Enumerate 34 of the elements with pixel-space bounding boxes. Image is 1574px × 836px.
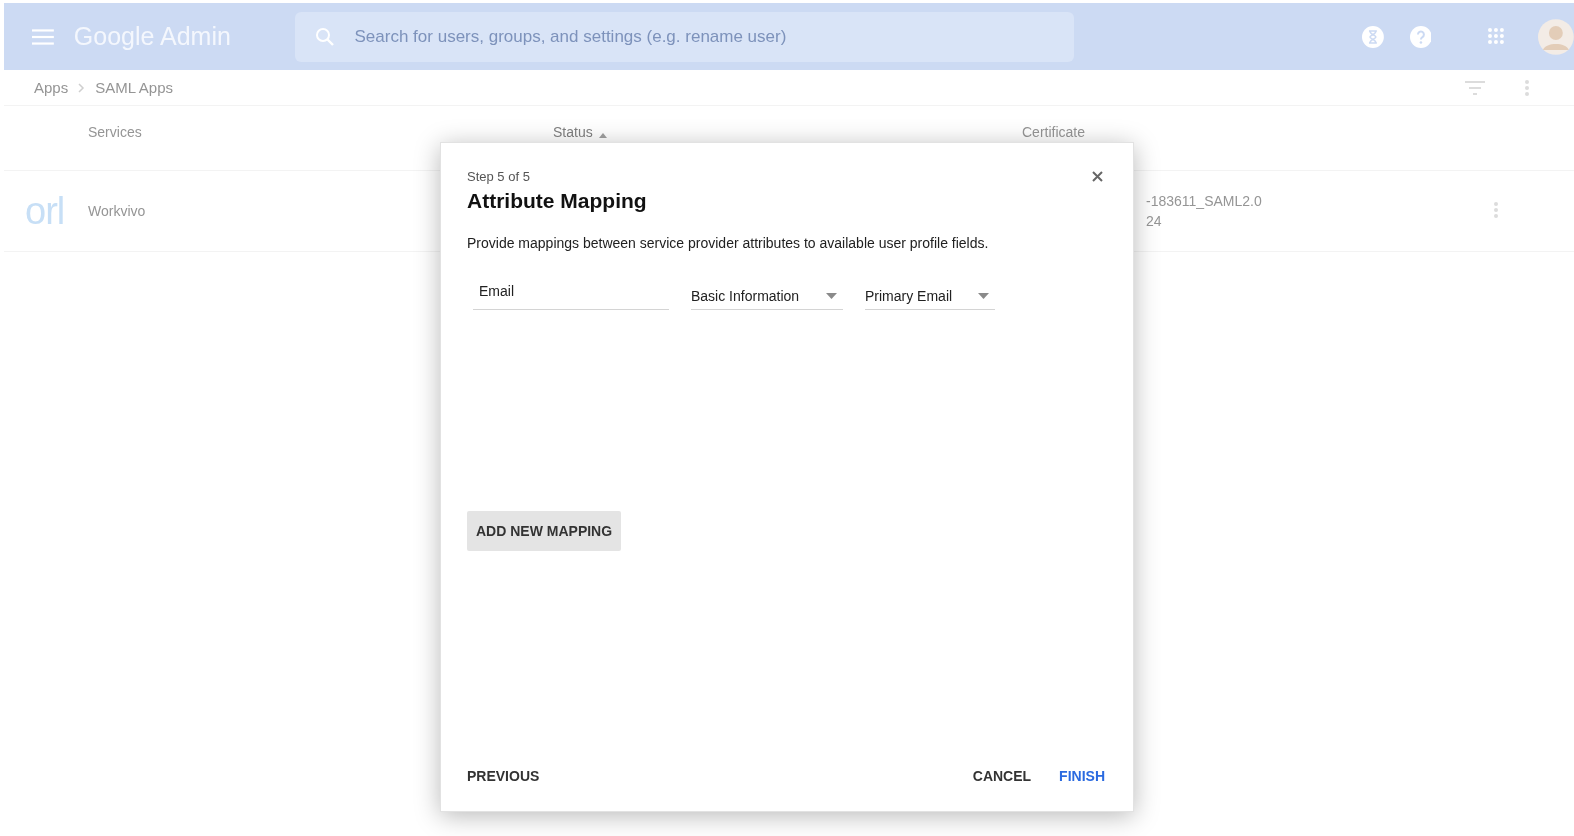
more-icon[interactable] (1494, 201, 1498, 218)
search-icon (314, 26, 335, 47)
more-icon[interactable] (1525, 79, 1529, 96)
caret-icon (978, 292, 989, 299)
search-field[interactable]: Search for users, groups, and settings (e.g. rename user) (294, 11, 1074, 62)
add-mapping-button[interactable]: ADD NEW MAPPING (467, 511, 622, 551)
column-header[interactable]: Certificate (1022, 124, 1086, 140)
column-header[interactable]: Status (553, 124, 593, 140)
search-input[interactable]: Search for users, groups, and settings (e.g. rename user) (352, 25, 1057, 48)
help-icon[interactable] (1409, 25, 1432, 48)
menu-icon[interactable] (32, 28, 54, 45)
hourglass-icon[interactable] (1361, 25, 1384, 48)
certificate-text: -183611_SAML2.0 (1146, 193, 1263, 209)
caret-icon (826, 292, 837, 299)
dialog-action-button[interactable]: FINISH (1059, 768, 1105, 784)
step-label: Step 5 of 5 (467, 169, 531, 184)
dialog-description: Provide mappings between service provider attributes to available user profile fields. (467, 235, 990, 251)
category-dropdown[interactable]: Basic Information (691, 278, 843, 310)
breadcrumb-link[interactable]: SAML Apps (95, 79, 174, 96)
previous-button[interactable]: PREVIOUS (467, 768, 540, 784)
apps-grid-icon[interactable] (1488, 27, 1507, 46)
field-dropdown[interactable]: Primary Email (865, 278, 995, 310)
filter-icon[interactable] (1465, 80, 1485, 95)
dialog-title: Attribute Mapping (467, 189, 647, 213)
certificate-text: 24 (1146, 213, 1163, 229)
breadcrumb-link[interactable]: Apps (34, 79, 69, 96)
chevron-icon (78, 82, 86, 93)
avatar[interactable] (1538, 18, 1574, 55)
app-logo: orl (24, 190, 65, 232)
close-icon[interactable] (1092, 171, 1103, 182)
app-name[interactable]: Workvivo (88, 203, 146, 219)
sort-arrow-icon (598, 132, 607, 138)
column-header[interactable]: Services (88, 124, 142, 140)
dialog-action-button[interactable]: CANCEL (972, 768, 1032, 784)
